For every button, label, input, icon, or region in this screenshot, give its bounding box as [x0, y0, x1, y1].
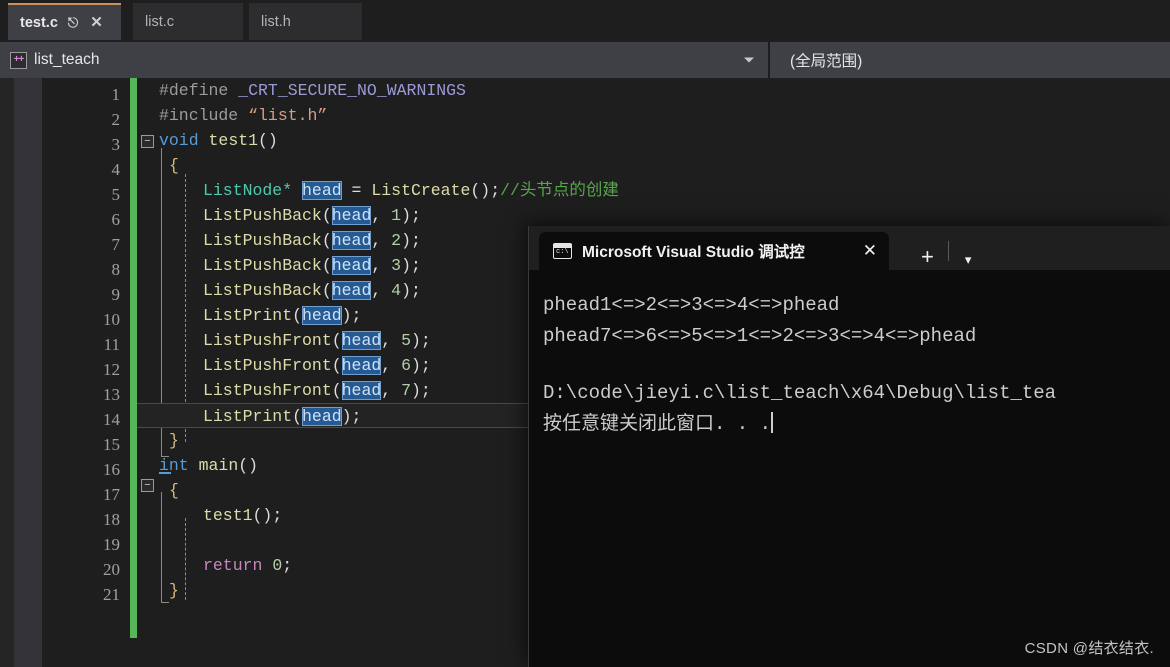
- terminal-prompt-text: 按任意键关闭此窗口. . .: [543, 413, 772, 435]
- line-number: 21: [103, 585, 120, 604]
- cpp-project-icon: ++: [10, 51, 27, 69]
- symbol-highlight: head: [302, 181, 342, 200]
- line-number: 19: [103, 535, 120, 554]
- terminal-output[interactable]: phead1<=>2<=>3<=>4<=>phead phead7<=>6<=>…: [529, 270, 1170, 667]
- terminal-toolbar-divider: [947, 241, 949, 261]
- console-icon: c:\: [553, 243, 572, 259]
- plus-icon[interactable]: +: [911, 244, 944, 270]
- line-number: 8: [111, 260, 121, 279]
- line-number: 7: [111, 235, 121, 254]
- terminal-path-line: D:\code\jieyi.c\list_teach\x64\Debug\lis…: [543, 382, 1057, 404]
- symbol-highlight: head: [331, 206, 372, 225]
- editor-tab-list-c[interactable]: list.c: [133, 3, 243, 40]
- terminal-tab-title: Microsoft Visual Studio 调试控: [582, 244, 805, 261]
- line-number: 15: [103, 435, 120, 454]
- editor-left-strip: [0, 78, 14, 667]
- scope-label: (全局范围): [790, 53, 863, 70]
- editor-tab-label: list.c: [145, 13, 174, 30]
- csdn-watermark: CSDN @结衣结衣.: [1024, 640, 1154, 657]
- code-line: #define _CRT_SECURE_NO_WARNINGS: [159, 81, 466, 100]
- chevron-down-icon[interactable]: ▾: [953, 252, 984, 270]
- line-number: 13: [103, 385, 120, 404]
- editor-tab-label: list.h: [261, 13, 291, 30]
- terminal-title-bar[interactable]: c:\ Microsoft Visual Studio 调试控 ✕ + ▾: [529, 226, 1170, 270]
- editor-navigation-bar: ++ list_teach (全局范围): [0, 42, 1170, 78]
- line-number: 14: [103, 410, 120, 429]
- terminal-tab[interactable]: c:\ Microsoft Visual Studio 调试控 ✕: [539, 232, 889, 270]
- line-number: 5: [111, 185, 121, 204]
- line-number: 20: [103, 560, 120, 579]
- project-scope-dropdown[interactable]: ++ list_teach: [0, 42, 768, 78]
- member-scope-dropdown[interactable]: (全局范围): [770, 42, 1170, 78]
- line-number: 16: [103, 460, 120, 479]
- editor-tab-test-c[interactable]: test.c ⎋ ✕: [8, 3, 121, 40]
- line-number: 12: [103, 360, 120, 379]
- line-number: 4: [111, 160, 121, 179]
- line-number: 1: [111, 85, 121, 104]
- code-line: ListNode* head = ListCreate();//头节点的创建: [203, 181, 619, 200]
- symbol-highlight: head: [302, 306, 342, 325]
- symbol-highlight: head: [331, 231, 372, 250]
- line-number: 2: [111, 110, 121, 129]
- editor-tab-list-h[interactable]: list.h: [249, 3, 362, 40]
- symbol-highlight: head: [341, 356, 382, 375]
- code-line: void test1(): [159, 131, 278, 150]
- terminal-output-line: phead1<=>2<=>3<=>4<=>phead: [543, 294, 840, 316]
- debug-console-window[interactable]: c:\ Microsoft Visual Studio 调试控 ✕ + ▾ ph…: [528, 226, 1170, 667]
- visual-studio-window: test.c ⎋ ✕ list.c list.h ++ list_teach (…: [0, 0, 1170, 667]
- chevron-down-icon[interactable]: [744, 57, 754, 63]
- symbol-highlight: head: [331, 281, 372, 300]
- line-number: 6: [111, 210, 121, 229]
- pin-icon[interactable]: ⎋: [66, 16, 80, 29]
- line-number: 18: [103, 510, 120, 529]
- editor-gutter[interactable]: [14, 78, 42, 667]
- editor-tab-strip: test.c ⎋ ✕ list.c list.h: [0, 0, 1170, 40]
- code-line: {: [169, 156, 179, 175]
- close-icon[interactable]: ✕: [857, 241, 877, 261]
- symbol-highlight: head: [341, 381, 382, 400]
- code-line: #include “list.h”: [159, 106, 328, 125]
- terminal-prompt-line: 按任意键关闭此窗口. . .: [543, 409, 1170, 440]
- symbol-highlight: head: [331, 256, 372, 275]
- terminal-output-line: phead7<=>6<=>5<=>1<=>2<=>3<=>4<=>phead: [543, 325, 977, 347]
- symbol-highlight: head: [302, 407, 342, 426]
- line-number: 9: [111, 285, 121, 304]
- line-number: 10: [103, 310, 120, 329]
- symbol-highlight: head: [341, 331, 382, 350]
- code-line: ListPushBack(head, 1);: [203, 206, 421, 225]
- line-number-column: 1 2 3 4 5 6 7 8 9 10 11 12 13 14 15 16 1…: [42, 78, 130, 667]
- line-number: 11: [103, 335, 120, 354]
- text-cursor: [771, 412, 774, 433]
- line-number: 3: [111, 135, 121, 154]
- editor-tab-label: test.c: [20, 14, 58, 31]
- close-icon[interactable]: ✕: [88, 15, 105, 30]
- line-number: 17: [103, 485, 120, 504]
- changed-lines-bar: [130, 78, 137, 638]
- project-name-label: list_teach: [34, 51, 100, 68]
